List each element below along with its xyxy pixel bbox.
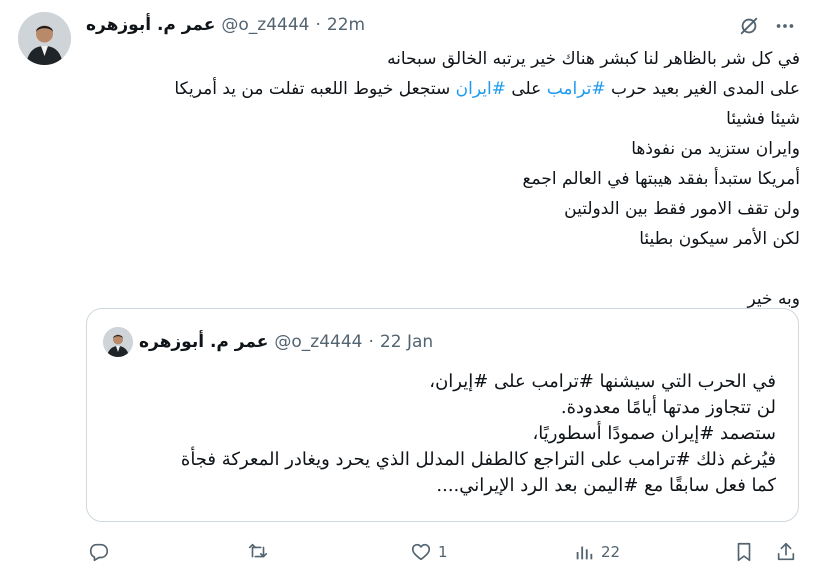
quoted-line: كما فعل سابقًا مع #اليمن بعد الرد الإيرا… bbox=[436, 475, 776, 496]
reply-button[interactable] bbox=[88, 535, 110, 569]
quoted-author-handle: @o_z4444 bbox=[274, 332, 363, 352]
quoted-line: ستصمد #إيران صمودًا أسطوريًا، bbox=[532, 423, 776, 444]
hashtag-link[interactable]: #ايران bbox=[456, 79, 506, 99]
views-button[interactable]: 22 bbox=[573, 535, 620, 569]
bookmark-button[interactable] bbox=[733, 535, 755, 569]
quoted-line: في الحرب التي سيشنها #ترامب على #إيران، bbox=[429, 371, 776, 392]
tweet-line: لكن الأمر سيكون بطيئا bbox=[639, 229, 800, 249]
author-name[interactable]: عمر م. أبوزهره bbox=[86, 15, 215, 35]
quoted-tweet-header: عمر م. أبوزهره @o_z4444 · 22 Jan bbox=[103, 327, 703, 357]
quoted-tweet-date: 22 Jan bbox=[379, 332, 434, 352]
tweet-line: أمريكا ستبدأ بفقد هيبتها في العالم اجمع bbox=[522, 169, 801, 189]
quoted-author-name: عمر م. أبوزهره bbox=[139, 332, 269, 352]
text-segment: على المدى الغير بعيد حرب bbox=[605, 79, 800, 99]
tweet-header: عمر م. أبوزهره @o_z4444 · 22m bbox=[86, 12, 686, 38]
views-count: 22 bbox=[601, 543, 621, 561]
tweet-text: في كل شر بالظاهر لنا كبشر هناك خير يرتبه… bbox=[86, 44, 800, 314]
like-count: 1 bbox=[438, 543, 448, 561]
tweet-line: ولن تقف الامور فقط بين الدولتين bbox=[564, 199, 800, 219]
tweet-time[interactable]: 22m bbox=[327, 15, 365, 35]
tweet-line: شيئا فشيئا bbox=[726, 109, 800, 129]
share-icon bbox=[777, 542, 795, 561]
tweet-line: على المدى الغير بعيد حرب #ترامب على #اير… bbox=[86, 74, 800, 104]
share-button[interactable] bbox=[775, 535, 797, 569]
retweet-icon bbox=[248, 543, 268, 558]
quoted-tweet-text: في الحرب التي سيشنها #ترامب على #إيران، … bbox=[96, 369, 776, 499]
text-segment: على bbox=[505, 79, 547, 99]
author-handle[interactable]: @o_z4444 bbox=[221, 15, 309, 35]
quoted-tweet-card[interactable]: عمر م. أبوزهره @o_z4444 · 22 Jan في الحر… bbox=[86, 308, 799, 522]
separator-dot: · bbox=[315, 15, 321, 35]
reply-icon bbox=[89, 543, 109, 562]
views-icon bbox=[576, 546, 593, 560]
quoted-line: فيُرغم ذلك #ترامب على التراجع كالطفل الم… bbox=[180, 449, 776, 470]
separator-dot: · bbox=[368, 332, 374, 352]
more-options-icon[interactable] bbox=[770, 13, 800, 39]
bookmark-icon bbox=[737, 542, 751, 562]
hashtag-link[interactable]: #ترامب bbox=[547, 79, 606, 99]
action-bar: 1 22 bbox=[0, 535, 816, 569]
grok-icon[interactable] bbox=[736, 13, 762, 39]
tweet-line: في كل شر بالظاهر لنا كبشر هناك خير يرتبه… bbox=[387, 49, 800, 69]
tweet-line: وايران ستزيد من نفوذها bbox=[631, 139, 800, 159]
retweet-button[interactable] bbox=[247, 535, 269, 569]
like-button[interactable]: 1 bbox=[410, 535, 448, 569]
quoted-line: لن تتجاوز مدتها أيامًا معدودة. bbox=[560, 397, 776, 418]
avatar[interactable] bbox=[18, 12, 71, 65]
text-segment: ستجعل خيوط اللعبه تفلت من يد أمريكا bbox=[174, 79, 456, 99]
heart-icon bbox=[411, 543, 431, 561]
quoted-avatar bbox=[103, 327, 133, 357]
